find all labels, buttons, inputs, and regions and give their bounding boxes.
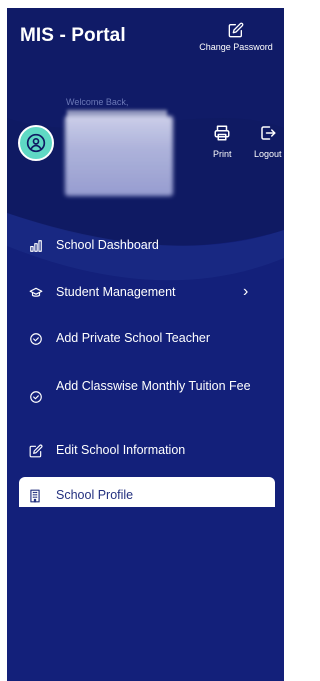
change-password-label: Change Password <box>199 42 273 52</box>
edit-icon <box>228 22 244 38</box>
print-label: Print <box>213 149 232 159</box>
check-circle-icon <box>30 391 42 403</box>
bar-chart-icon <box>30 240 42 252</box>
chevron-right-icon: › <box>243 283 249 300</box>
welcome-text: Welcome Back, <box>66 97 129 107</box>
header: MIS - Portal Change Password <box>7 8 284 68</box>
sidebar-item-label: School Profile <box>56 488 134 502</box>
printer-icon <box>214 125 230 141</box>
building-icon <box>30 489 40 503</box>
sidebar-item-label: Add Private School Teacher <box>56 331 211 345</box>
logout-button[interactable]: Logout <box>254 124 282 159</box>
sidebar-item-school-dashboard[interactable]: School Dashboard <box>7 236 284 256</box>
sidebar-item-label: Add Classwise Monthly Tuition Fee <box>56 379 251 393</box>
sidebar-item-add-classwise-monthly-tuition-fee[interactable]: Add Classwise Monthly Tuition Fee <box>7 376 284 416</box>
sidebar-item-label: Edit School Information <box>56 443 186 457</box>
edit-icon <box>29 444 43 458</box>
sidebar-item-label: School Dashboard <box>56 238 159 252</box>
sidebar-item-edit-school-information[interactable]: Edit School Information <box>7 441 284 461</box>
graduation-cap-icon <box>29 287 43 297</box>
user-icon <box>26 133 46 153</box>
print-button[interactable]: Print <box>213 124 232 159</box>
sidebar-item-label: Student Management <box>56 285 176 299</box>
sidebar-item-school-profile[interactable]: School Profile <box>19 477 275 507</box>
check-circle-icon <box>30 333 42 345</box>
avatar[interactable] <box>18 125 54 161</box>
app-title: MIS - Portal <box>20 25 126 46</box>
sidebar-item-add-private-school-teacher[interactable]: Add Private School Teacher <box>7 329 284 349</box>
logout-label: Logout <box>254 149 282 159</box>
sidebar-panel: MIS - Portal Change Password Welcome Bac… <box>7 8 284 681</box>
logout-icon <box>261 126 276 140</box>
user-info-redacted <box>65 116 173 196</box>
user-card: Welcome Back, Print Logout <box>7 92 284 202</box>
sidebar-item-student-management[interactable]: Student Management › <box>7 283 284 303</box>
change-password-button[interactable]: Change Password <box>193 22 279 60</box>
